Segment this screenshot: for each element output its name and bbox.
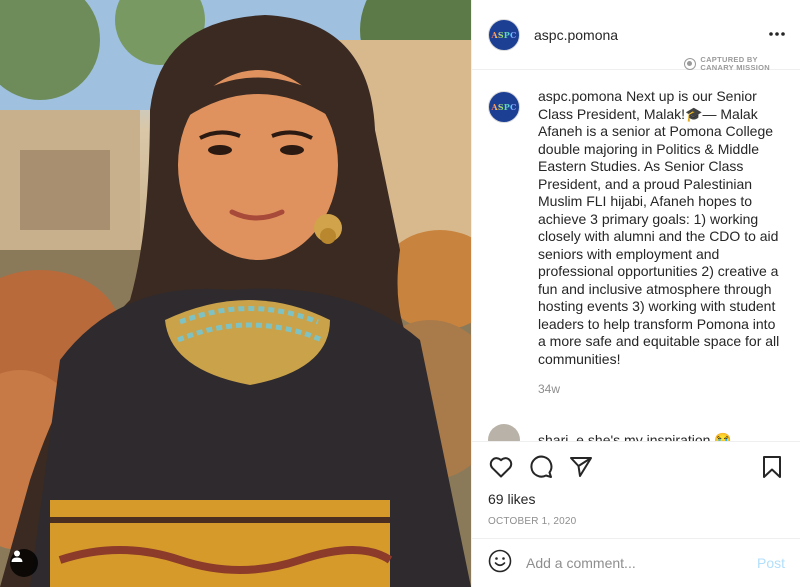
caption-avatar[interactable]: ASPC — [488, 91, 520, 123]
emoji-icon — [488, 549, 512, 572]
user-tag-button[interactable] — [10, 549, 38, 577]
watermark: CAPTURED BY CANARY MISSION — [684, 56, 770, 72]
comment-input[interactable] — [526, 555, 757, 571]
save-button[interactable] — [759, 454, 785, 480]
post-comment-button[interactable]: Post — [757, 555, 785, 571]
caption-username[interactable]: aspc.pomona — [538, 88, 622, 104]
user-tag-icon — [11, 550, 23, 562]
canary-logo-icon — [684, 58, 697, 70]
likes-count[interactable]: 69 likes — [488, 491, 785, 507]
post-photo[interactable] — [0, 0, 471, 587]
comment-icon — [530, 455, 553, 478]
action-icons — [488, 452, 785, 482]
more-horizontal-icon — [769, 32, 785, 36]
post-sidebar: ASPC aspc.pomona CAPTURED BY CANARY MISS… — [471, 0, 800, 587]
more-options-button[interactable] — [767, 24, 787, 44]
caption-section: ASPC aspc.pomona Next up is our Senior Cl… — [472, 88, 800, 428]
avatar-logo-text: ASPC — [491, 29, 517, 40]
heart-icon — [489, 457, 513, 478]
bookmark-icon — [763, 456, 781, 478]
post-date: OCTOBER 1, 2020 — [488, 516, 577, 527]
avatar[interactable]: ASPC — [488, 18, 520, 51]
caption-content: Next up is our Senior Class President, M… — [538, 88, 780, 367]
comment-bar: Post — [472, 538, 800, 587]
send-icon — [570, 457, 592, 477]
comment-button[interactable] — [528, 454, 554, 480]
caption-text: aspc.pomona Next up is our Senior Class P… — [538, 88, 785, 368]
share-button[interactable] — [568, 454, 594, 480]
header-username[interactable]: aspc.pomona — [534, 27, 618, 43]
caption-body: aspc.pomona Next up is our Senior Class P… — [538, 88, 785, 396]
caption-row: ASPC aspc.pomona Next up is our Senior Cl… — [488, 88, 785, 396]
photo-illustration — [0, 0, 471, 587]
watermark-line2: CANARY MISSION — [700, 63, 770, 72]
caption-time-ago[interactable]: 34w — [538, 382, 785, 396]
emoji-button[interactable] — [488, 549, 512, 578]
caption-avatar-logo-text: ASPC — [491, 102, 517, 112]
post-actions: 69 likes OCTOBER 1, 2020 — [472, 441, 800, 538]
like-button[interactable] — [488, 454, 514, 480]
